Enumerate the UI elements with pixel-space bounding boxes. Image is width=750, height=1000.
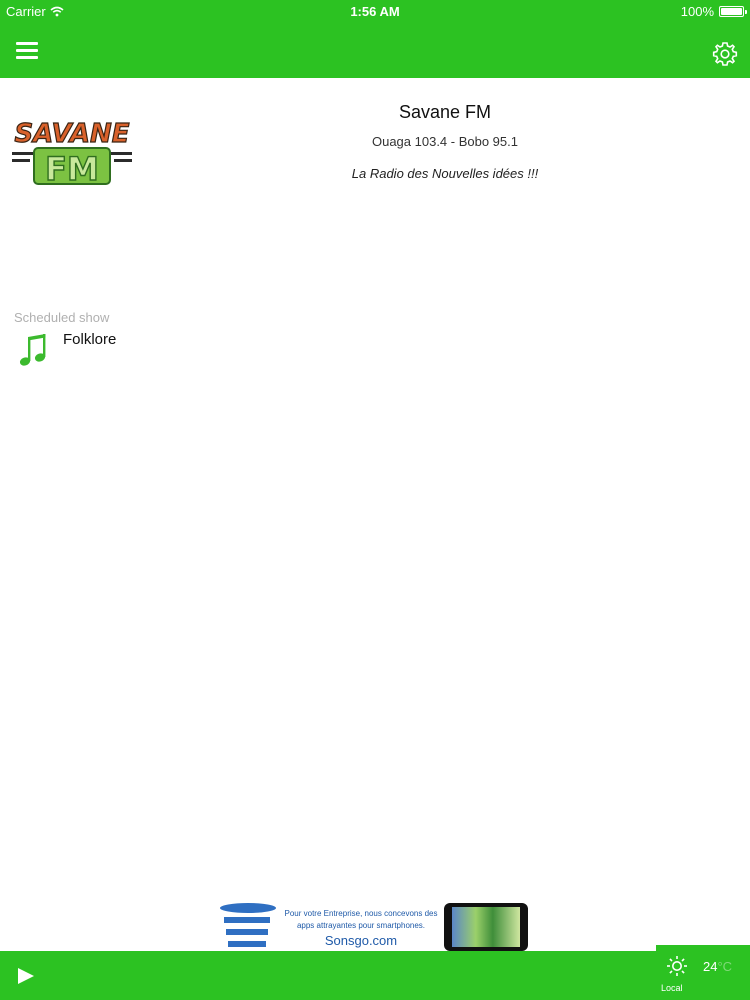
menu-icon bbox=[16, 42, 38, 45]
weather-temperature: 24°C bbox=[703, 959, 733, 974]
station-logo: SAVANE FM bbox=[12, 118, 132, 188]
ad-text: Pour votre Entreprise, nous concevons de… bbox=[284, 909, 438, 930]
gear-icon[interactable] bbox=[712, 41, 738, 67]
weather-widget[interactable]: 24°C Local bbox=[656, 945, 750, 1000]
weather-location: Local bbox=[661, 983, 683, 993]
weather-unit: °C bbox=[717, 959, 733, 974]
logo-text-bottom: FM bbox=[45, 150, 99, 188]
status-time: 1:56 AM bbox=[350, 4, 400, 19]
top-navigation-bar: Carrier 1:56 AM 100% bbox=[0, 0, 750, 78]
scheduled-show-label: Scheduled show bbox=[14, 310, 110, 325]
station-name: Savane FM bbox=[398, 102, 492, 122]
battery-icon bbox=[719, 6, 747, 17]
status-bar: Carrier 1:56 AM 100% bbox=[0, 0, 750, 22]
menu-button[interactable] bbox=[16, 42, 38, 62]
station-slogan: La Radio des Nouvelles idées !!! bbox=[351, 166, 539, 181]
battery-percent: 100% bbox=[680, 4, 714, 19]
ad-url: Sonsgo.com bbox=[324, 933, 398, 948]
bottom-player-bar bbox=[0, 951, 750, 1000]
station-frequencies: Ouaga 103.4 - Bobo 95.1 bbox=[371, 134, 518, 149]
play-icon[interactable] bbox=[16, 967, 36, 985]
logo-text-top: SAVANE bbox=[14, 119, 129, 149]
scheduled-show-title: Folklore bbox=[63, 331, 117, 348]
music-note-icon bbox=[19, 334, 46, 366]
sun-icon bbox=[667, 956, 687, 976]
ad-banner[interactable]: Pour votre Entreprise, nous concevons de… bbox=[218, 901, 530, 951]
ad-phone-image bbox=[444, 903, 528, 951]
ad-logo-icon bbox=[220, 903, 276, 947]
